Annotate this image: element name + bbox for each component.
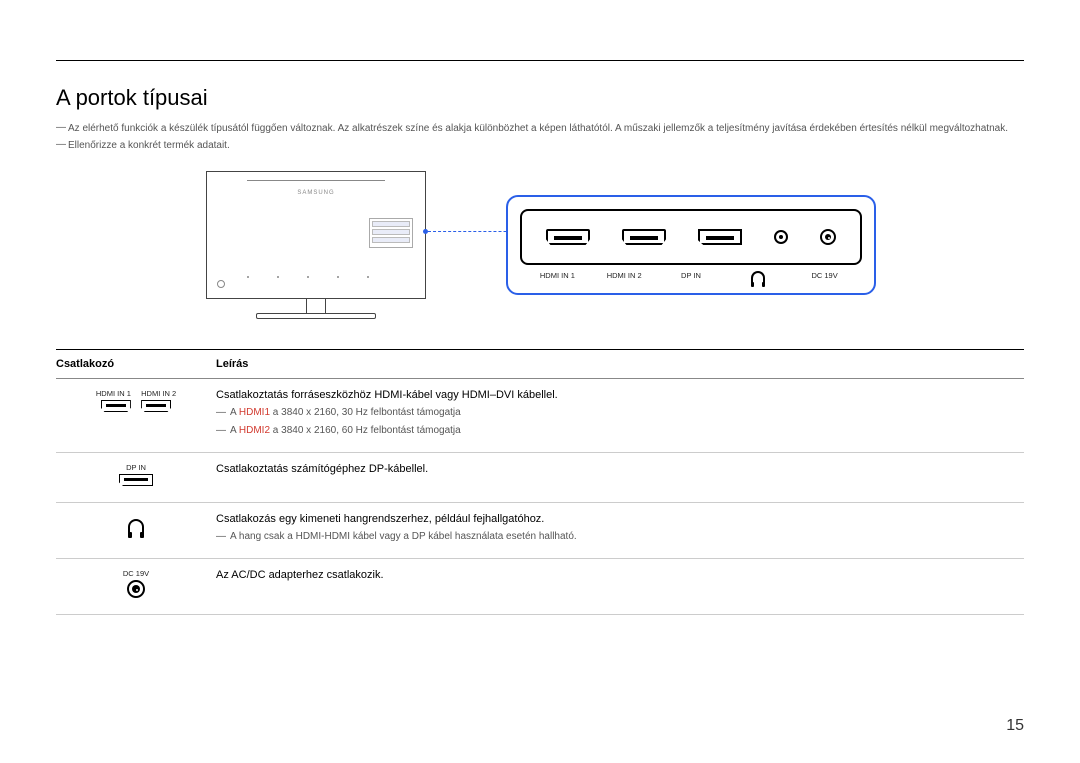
mini-label: HDMI IN 2 <box>141 389 176 398</box>
panel-label-hdmi2: HDMI IN 2 <box>591 271 658 283</box>
th-desc: Leírás <box>216 350 1024 379</box>
page-title: A portok típusai <box>56 85 1024 111</box>
monitor-port-zone <box>369 218 413 248</box>
monitor-logo: SAMSUNG <box>297 190 334 196</box>
page-number: 15 <box>1006 717 1024 735</box>
mini-label: DC 19V <box>123 569 149 578</box>
table-row: Csatlakozás egy kimeneti hangrendszerhez… <box>56 503 1024 559</box>
intro-note-2: Ellenőrizze a konkrét termék adatait. <box>56 138 1024 153</box>
row-note: A hang csak a HDMI-HDMI kábel vagy a DP … <box>216 529 1024 544</box>
dp-port-icon <box>698 229 742 245</box>
dp-port-icon <box>119 474 153 486</box>
hdmi-port-icon <box>101 400 131 412</box>
panel-label-dp: DP IN <box>658 271 725 283</box>
port-panel-closeup: HDMI IN 1 HDMI IN 2 DP IN DC 19V <box>506 195 876 295</box>
row-note: A HDMI1 a 3840 x 2160, 30 Hz felbontást … <box>216 405 1024 420</box>
hdmi-port-icon <box>141 400 171 412</box>
row-desc: Az AC/DC adapterhez csatlakozik. <box>216 569 1024 581</box>
dc-port-icon <box>127 580 145 598</box>
table-row: HDMI IN 1 HDMI IN 2 Csatlakoztatás forrá… <box>56 379 1024 453</box>
row-desc: Csatlakoztatás számítógéphez DP-kábellel… <box>216 463 1024 475</box>
panel-label-dc: DC 19V <box>791 271 858 283</box>
intro-note-1: Az elérhető funkciók a készülék típusátó… <box>56 121 1024 136</box>
hdmi-port-icon <box>622 229 666 245</box>
monitor-back-diagram: SAMSUNG <box>206 171 426 319</box>
top-rule <box>56 60 1024 61</box>
row-desc: Csatlakoztatás forráseszközhöz HDMI-kábe… <box>216 389 1024 401</box>
audio-jack-icon <box>774 230 788 244</box>
dc-port-icon <box>820 229 836 245</box>
row-note: A HDMI2 a 3840 x 2160, 60 Hz felbontást … <box>216 423 1024 438</box>
mini-label: HDMI IN 1 <box>96 389 131 398</box>
table-row: DC 19V Az AC/DC adapterhez csatlakozik. <box>56 559 1024 615</box>
panel-label-headphone <box>724 271 791 283</box>
table-row: DP IN Csatlakoztatás számítógéphez DP-ká… <box>56 453 1024 503</box>
headphone-icon <box>751 271 765 283</box>
hdmi-port-icon <box>546 229 590 245</box>
ports-table: Csatlakozó Leírás HDMI IN 1 HDMI IN 2 Cs… <box>56 349 1024 615</box>
panel-label-hdmi1: HDMI IN 1 <box>524 271 591 283</box>
mini-label: DP IN <box>126 463 146 472</box>
diagram-row: SAMSUNG HDMI IN 1 HDMI IN 2 DP IN <box>56 171 1024 319</box>
headphone-icon <box>128 519 144 533</box>
th-port: Csatlakozó <box>56 350 216 379</box>
row-desc: Csatlakozás egy kimeneti hangrendszerhez… <box>216 513 1024 525</box>
